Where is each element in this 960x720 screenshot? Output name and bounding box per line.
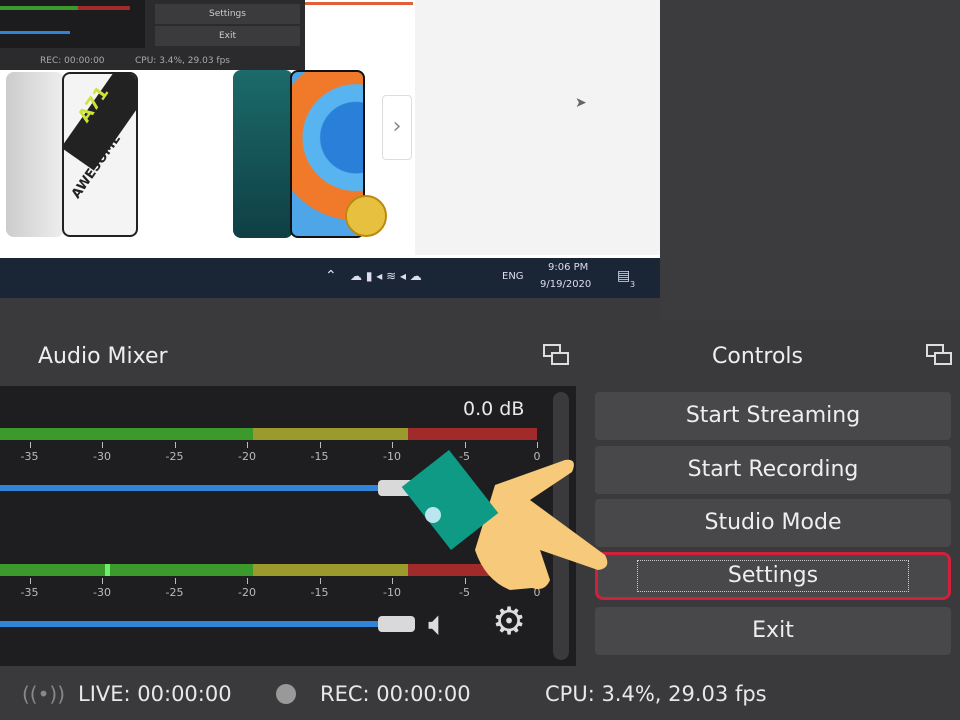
- cpu-status: CPU: 3.4%, 29.03 fps: [545, 682, 767, 706]
- tick-mark: [319, 442, 321, 448]
- carousel-next-button[interactable]: ›: [382, 95, 412, 160]
- record-dot-icon: [276, 684, 296, 704]
- audio-mixer-header: Audio Mixer: [0, 328, 576, 386]
- tick-mark: [319, 578, 321, 584]
- tick-label: -25: [165, 586, 184, 599]
- track-1-meter: [0, 428, 537, 440]
- undock-icon[interactable]: [543, 344, 571, 368]
- web-page-blank: [415, 0, 660, 255]
- notification-icon[interactable]: ▤: [617, 268, 630, 284]
- controls-panel: Start Streaming Start Recording Studio M…: [586, 386, 960, 666]
- mini-rec-status: REC: 00:00:00: [40, 56, 105, 66]
- tick-mark: [247, 578, 248, 584]
- live-timer: LIVE: 00:00:00: [78, 682, 232, 706]
- tick-mark: [392, 578, 393, 584]
- tray-chevron-icon[interactable]: ⌃: [325, 268, 337, 284]
- tick-mark: [174, 442, 176, 448]
- tick-mark: [29, 442, 31, 448]
- preview-canvas: A71 AWESOME › Settings Exit REC: 00:00:0…: [0, 0, 660, 298]
- tick-label: -20: [238, 450, 256, 463]
- track-1-db: 0.0 dB: [463, 398, 525, 420]
- mini-cpu-status: CPU: 3.4%, 29.03 fps: [135, 56, 230, 66]
- mini-settings-button: Settings: [155, 4, 300, 24]
- tick-mark: [102, 578, 103, 584]
- tick-label: -10: [383, 450, 401, 463]
- phone-screen-a71: A71 AWESOME: [62, 72, 138, 237]
- settings-button[interactable]: Settings: [595, 552, 951, 600]
- language-indicator[interactable]: ENG: [502, 271, 524, 282]
- tick-label: -35: [20, 586, 39, 599]
- tick-label: -30: [93, 450, 111, 463]
- settings-label: Settings: [637, 560, 909, 592]
- phone-image-note9: [233, 70, 293, 238]
- notification-count: 3: [630, 280, 636, 289]
- tray-icons[interactable]: ☁ ▮ ◂ ≋ ◂ ☁: [350, 269, 422, 283]
- controls-header: Controls: [586, 328, 960, 386]
- undock-icon[interactable]: [926, 344, 954, 368]
- tick-mark: [29, 578, 31, 584]
- speaker-icon[interactable]: 🔈︎: [428, 604, 448, 644]
- studio-mode-button[interactable]: Studio Mode: [595, 499, 951, 547]
- track-2-volume-slider[interactable]: [0, 616, 415, 632]
- slider-handle[interactable]: [378, 616, 415, 632]
- clock-date[interactable]: 9/19/2020: [540, 279, 591, 290]
- exit-button[interactable]: Exit: [595, 607, 951, 655]
- clock-time[interactable]: 9:06 PM: [548, 262, 588, 273]
- start-streaming-button[interactable]: Start Streaming: [595, 392, 951, 440]
- audio-mixer-title: Audio Mixer: [38, 344, 168, 369]
- tick-label: -30: [93, 586, 111, 599]
- tick-label: -10: [383, 586, 401, 599]
- preview-background: ➤: [575, 0, 960, 320]
- tick-mark: [174, 578, 176, 584]
- tick-label: -20: [238, 586, 256, 599]
- tick-mark: [247, 442, 248, 448]
- controls-title: Controls: [712, 344, 803, 369]
- mini-exit-button: Exit: [155, 26, 300, 46]
- status-bar: ((•)) LIVE: 00:00:00 REC: 00:00:00 CPU: …: [0, 668, 960, 720]
- tick-label: -35: [20, 450, 39, 463]
- mini-obs-window: Settings Exit REC: 00:00:00 CPU: 3.4%, 2…: [0, 0, 305, 70]
- tick-label: -15: [310, 586, 329, 599]
- tick-label: -25: [165, 450, 184, 463]
- rec-timer: REC: 00:00:00: [320, 682, 471, 706]
- tick-mark: [392, 442, 393, 448]
- tick-label: -15: [310, 450, 329, 463]
- phone-image-a71: [6, 72, 64, 237]
- cursor-icon: ➤: [575, 95, 587, 111]
- pointing-hand-icon: [401, 450, 608, 590]
- broadcast-icon: ((•)): [22, 682, 66, 706]
- track-1-volume-slider[interactable]: [0, 480, 415, 496]
- start-recording-button[interactable]: Start Recording: [595, 446, 951, 494]
- page-accent-line: [305, 2, 413, 5]
- tick-mark: [102, 442, 103, 448]
- windows-taskbar: ⌃ ☁ ▮ ◂ ≋ ◂ ☁ ENG 9:06 PM 9/19/2020 ▤ 3: [0, 258, 660, 298]
- badge-seal: [345, 195, 387, 237]
